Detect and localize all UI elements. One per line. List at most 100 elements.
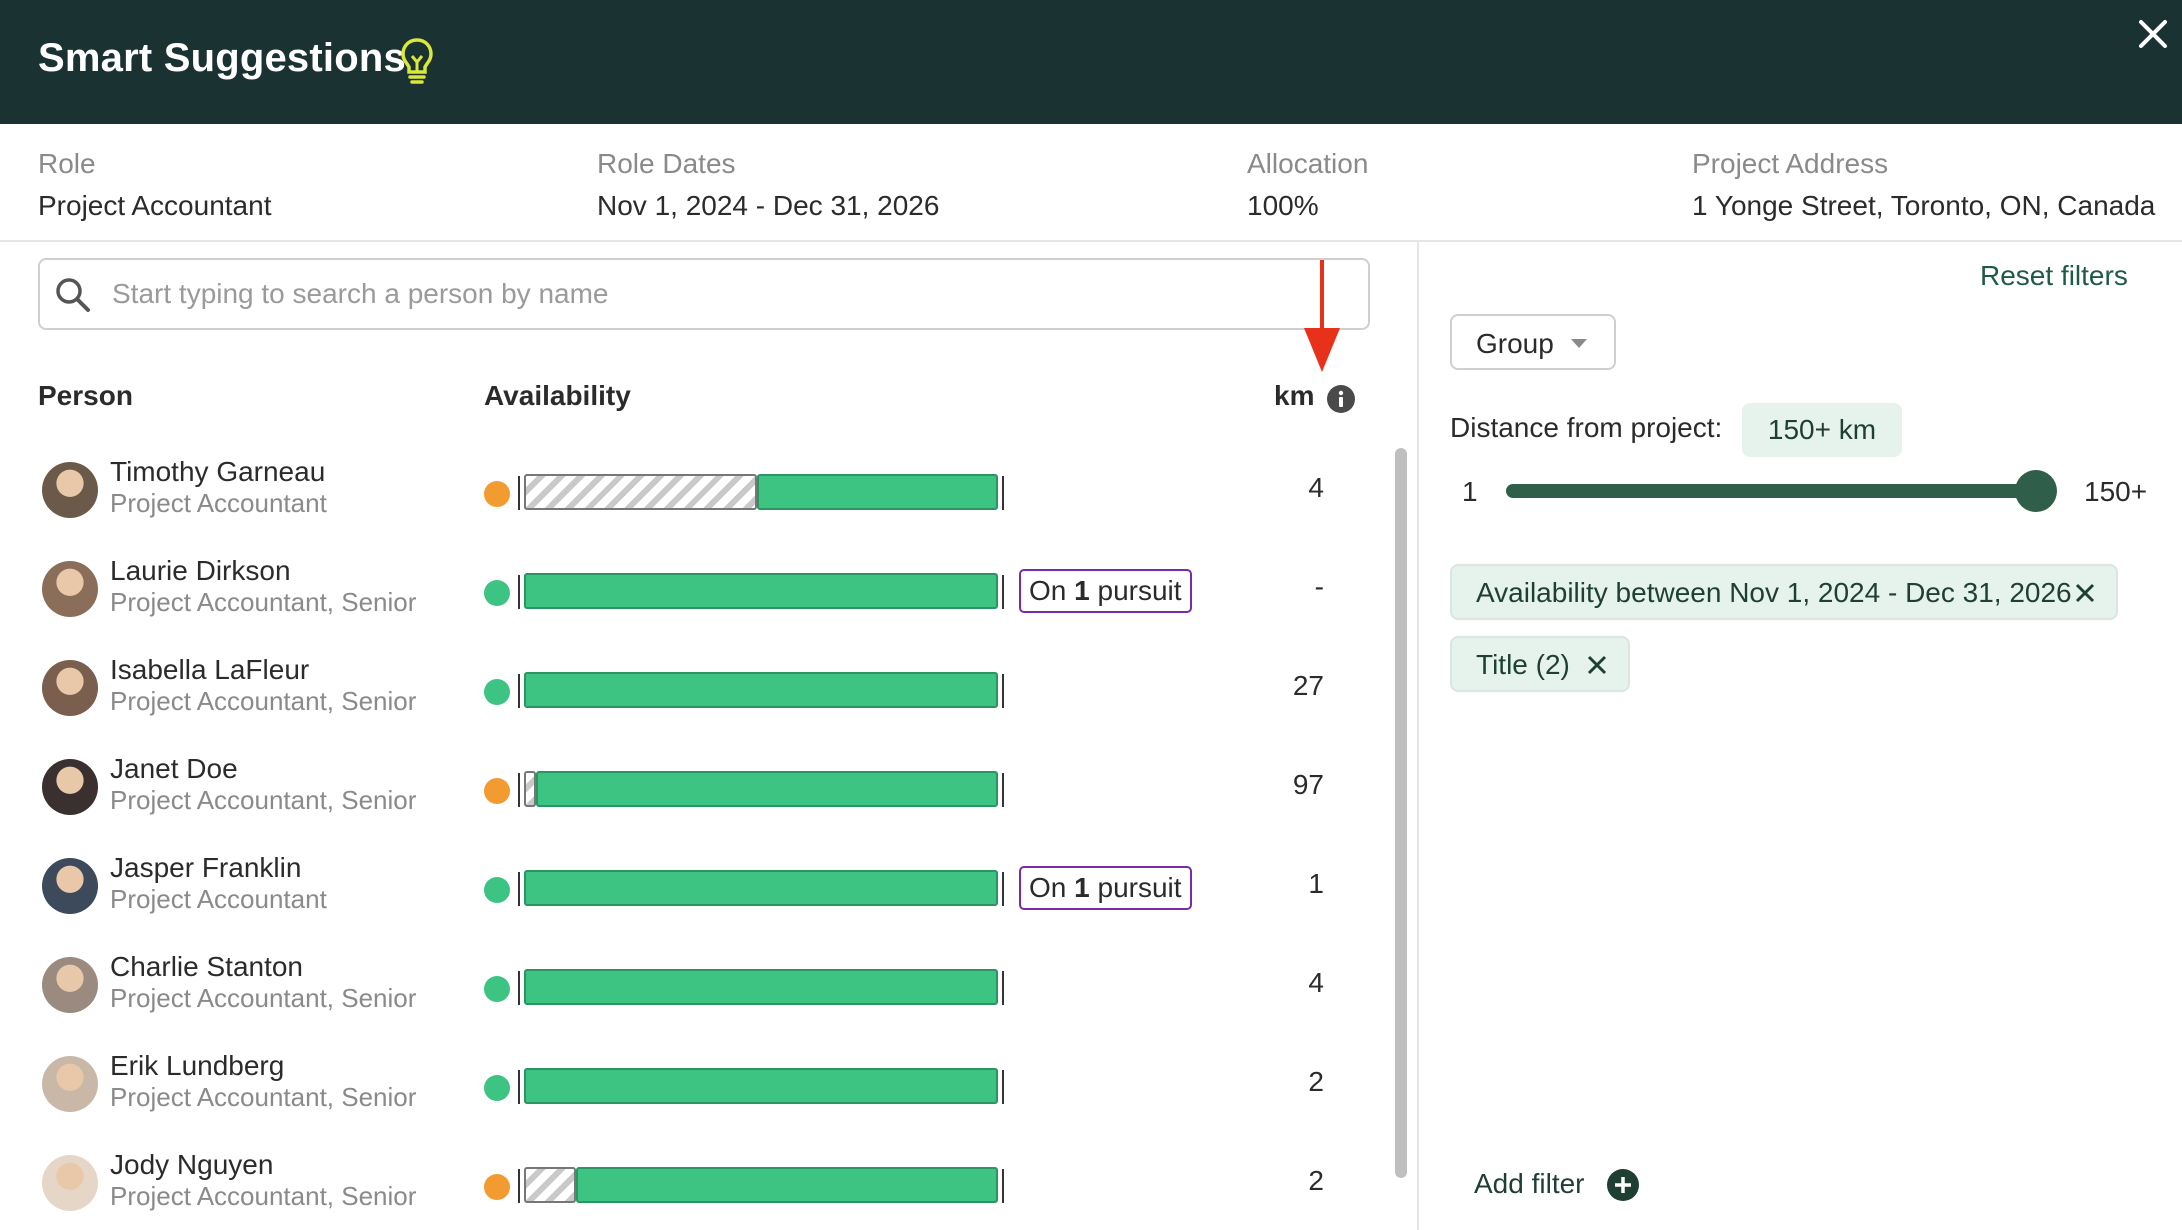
table-row[interactable]: Janet Doe Project Accountant, Senior 97 bbox=[0, 741, 1400, 840]
bar-start-cap bbox=[518, 1169, 520, 1203]
person-name[interactable]: Isabella LaFleur bbox=[110, 654, 309, 686]
pursuit-prefix: On bbox=[1029, 872, 1067, 903]
bar-end-cap bbox=[1002, 1070, 1004, 1104]
bar-start-cap bbox=[518, 1070, 520, 1104]
available-segment bbox=[524, 672, 998, 708]
pursuit-badge[interactable]: On 1 pursuit bbox=[1019, 866, 1192, 910]
lightbulb-icon bbox=[401, 38, 433, 84]
close-icon[interactable] bbox=[1586, 654, 1608, 676]
table-row[interactable]: Isabella LaFleur Project Accountant, Sen… bbox=[0, 642, 1400, 741]
distance-km: 1 bbox=[1308, 868, 1324, 899]
search-input[interactable] bbox=[112, 270, 1312, 318]
person-search[interactable] bbox=[38, 258, 1370, 330]
avatar bbox=[42, 957, 98, 1013]
distance-km: 2 bbox=[1308, 1165, 1324, 1196]
availability-status-dot bbox=[484, 778, 510, 804]
annotation-arrow-icon bbox=[1304, 260, 1340, 372]
person-title: Project Accountant, Senior bbox=[110, 587, 417, 617]
person-name[interactable]: Jody Nguyen bbox=[110, 1149, 273, 1181]
role-value: Project Accountant bbox=[38, 190, 272, 221]
bar-start-cap bbox=[518, 476, 520, 510]
table-row[interactable]: Laurie Dirkson Project Accountant, Senio… bbox=[0, 543, 1400, 642]
filter-chip-title[interactable]: Title (2) bbox=[1450, 636, 1630, 692]
modal-header: Smart Suggestions bbox=[0, 0, 2182, 124]
availability-bar bbox=[518, 470, 1004, 512]
add-filter-button[interactable]: Add filter bbox=[1474, 1168, 1585, 1200]
availability-bar bbox=[518, 866, 1004, 908]
table-row[interactable]: Jasper Franklin Project Accountant On 1 … bbox=[0, 840, 1400, 939]
bar-end-cap bbox=[1002, 674, 1004, 708]
table-row[interactable]: Erik Lundberg Project Accountant, Senior… bbox=[0, 1038, 1400, 1137]
table-row[interactable]: Jody Nguyen Project Accountant, Senior 2 bbox=[0, 1137, 1400, 1230]
distance-km: 4 bbox=[1308, 472, 1324, 503]
close-icon[interactable] bbox=[2074, 582, 2096, 604]
distance-slider-track[interactable] bbox=[1506, 484, 2056, 498]
person-name[interactable]: Erik Lundberg bbox=[110, 1050, 284, 1082]
distance-km: 2 bbox=[1308, 1066, 1324, 1097]
avatar bbox=[42, 1155, 98, 1211]
person-title: Project Accountant, Senior bbox=[110, 785, 417, 815]
filter-chip-availability[interactable]: Availability between Nov 1, 2024 - Dec 3… bbox=[1450, 564, 2118, 620]
distance-slider-handle[interactable] bbox=[2015, 470, 2057, 512]
close-icon[interactable] bbox=[2133, 14, 2173, 54]
role-info: Role Project Accountant bbox=[38, 146, 271, 224]
availability-bar bbox=[518, 668, 1004, 710]
table-row[interactable]: Timothy Garneau Project Accountant 4 bbox=[0, 444, 1400, 543]
avatar bbox=[42, 561, 98, 617]
role-summary: Role Project Accountant Role Dates Nov 1… bbox=[0, 124, 2182, 242]
available-segment bbox=[576, 1167, 998, 1203]
allocation-label: Allocation bbox=[1247, 148, 1369, 179]
distance-km: 4 bbox=[1308, 967, 1324, 998]
project-address-label: Project Address bbox=[1692, 148, 1889, 179]
scrollbar-thumb[interactable] bbox=[1395, 448, 1407, 1178]
allocation-info: Allocation 100% bbox=[1247, 146, 1368, 224]
list-scrollbar[interactable] bbox=[1392, 444, 1408, 1230]
role-dates-value: Nov 1, 2024 - Dec 31, 2026 bbox=[597, 190, 940, 221]
column-header-km[interactable]: km bbox=[1274, 380, 1314, 412]
pursuit-badge[interactable]: On 1 pursuit bbox=[1019, 569, 1192, 613]
column-header-availability[interactable]: Availability bbox=[484, 380, 631, 412]
avatar bbox=[42, 858, 98, 914]
plus-circle-icon[interactable] bbox=[1606, 1168, 1640, 1202]
slider-max-label: 150+ bbox=[2084, 476, 2148, 507]
person-name[interactable]: Charlie Stanton bbox=[110, 951, 303, 983]
person-title: Project Accountant, Senior bbox=[110, 1181, 417, 1211]
distance-label: Distance from project: bbox=[1450, 412, 1723, 443]
availability-status-dot bbox=[484, 580, 510, 606]
available-segment bbox=[524, 1068, 998, 1104]
modal-title: Smart Suggestions bbox=[38, 36, 406, 80]
role-label: Role bbox=[38, 148, 96, 179]
role-dates-info: Role Dates Nov 1, 2024 - Dec 31, 2026 bbox=[597, 146, 939, 224]
bar-end-cap bbox=[1002, 872, 1004, 906]
person-name[interactable]: Janet Doe bbox=[110, 753, 238, 785]
pursuit-count: 1 bbox=[1074, 575, 1090, 606]
available-segment bbox=[524, 573, 998, 609]
person-name[interactable]: Timothy Garneau bbox=[110, 456, 325, 488]
chevron-down-icon bbox=[1571, 339, 1587, 348]
bar-end-cap bbox=[1002, 1169, 1004, 1203]
person-name[interactable]: Jasper Franklin bbox=[110, 852, 301, 884]
unavailable-segment bbox=[524, 1167, 576, 1203]
person-title: Project Accountant bbox=[110, 884, 327, 914]
person-title: Project Accountant, Senior bbox=[110, 1082, 417, 1112]
column-header-person[interactable]: Person bbox=[38, 380, 133, 412]
avatar bbox=[42, 1056, 98, 1112]
info-icon[interactable] bbox=[1326, 384, 1356, 414]
distance-value-chip: 150+ km bbox=[1742, 403, 1902, 457]
group-dropdown-label: Group bbox=[1476, 328, 1554, 359]
bar-end-cap bbox=[1002, 476, 1004, 510]
pursuit-prefix: On bbox=[1029, 575, 1067, 606]
avatar bbox=[42, 462, 98, 518]
pursuit-count: 1 bbox=[1074, 872, 1090, 903]
person-name[interactable]: Laurie Dirkson bbox=[110, 555, 291, 587]
bar-end-cap bbox=[1002, 773, 1004, 807]
reset-filters-link[interactable]: Reset filters bbox=[1980, 260, 2128, 292]
table-row[interactable]: Charlie Stanton Project Accountant, Seni… bbox=[0, 939, 1400, 1038]
bar-start-cap bbox=[518, 872, 520, 906]
project-address-info: Project Address 1 Yonge Street, Toronto,… bbox=[1692, 146, 2155, 224]
role-dates-label: Role Dates bbox=[597, 148, 736, 179]
distance-km: 97 bbox=[1292, 769, 1324, 800]
group-dropdown[interactable]: Group bbox=[1450, 314, 1616, 370]
person-title: Project Accountant, Senior bbox=[110, 983, 417, 1013]
filter-chip-label: Title (2) bbox=[1476, 649, 1570, 680]
